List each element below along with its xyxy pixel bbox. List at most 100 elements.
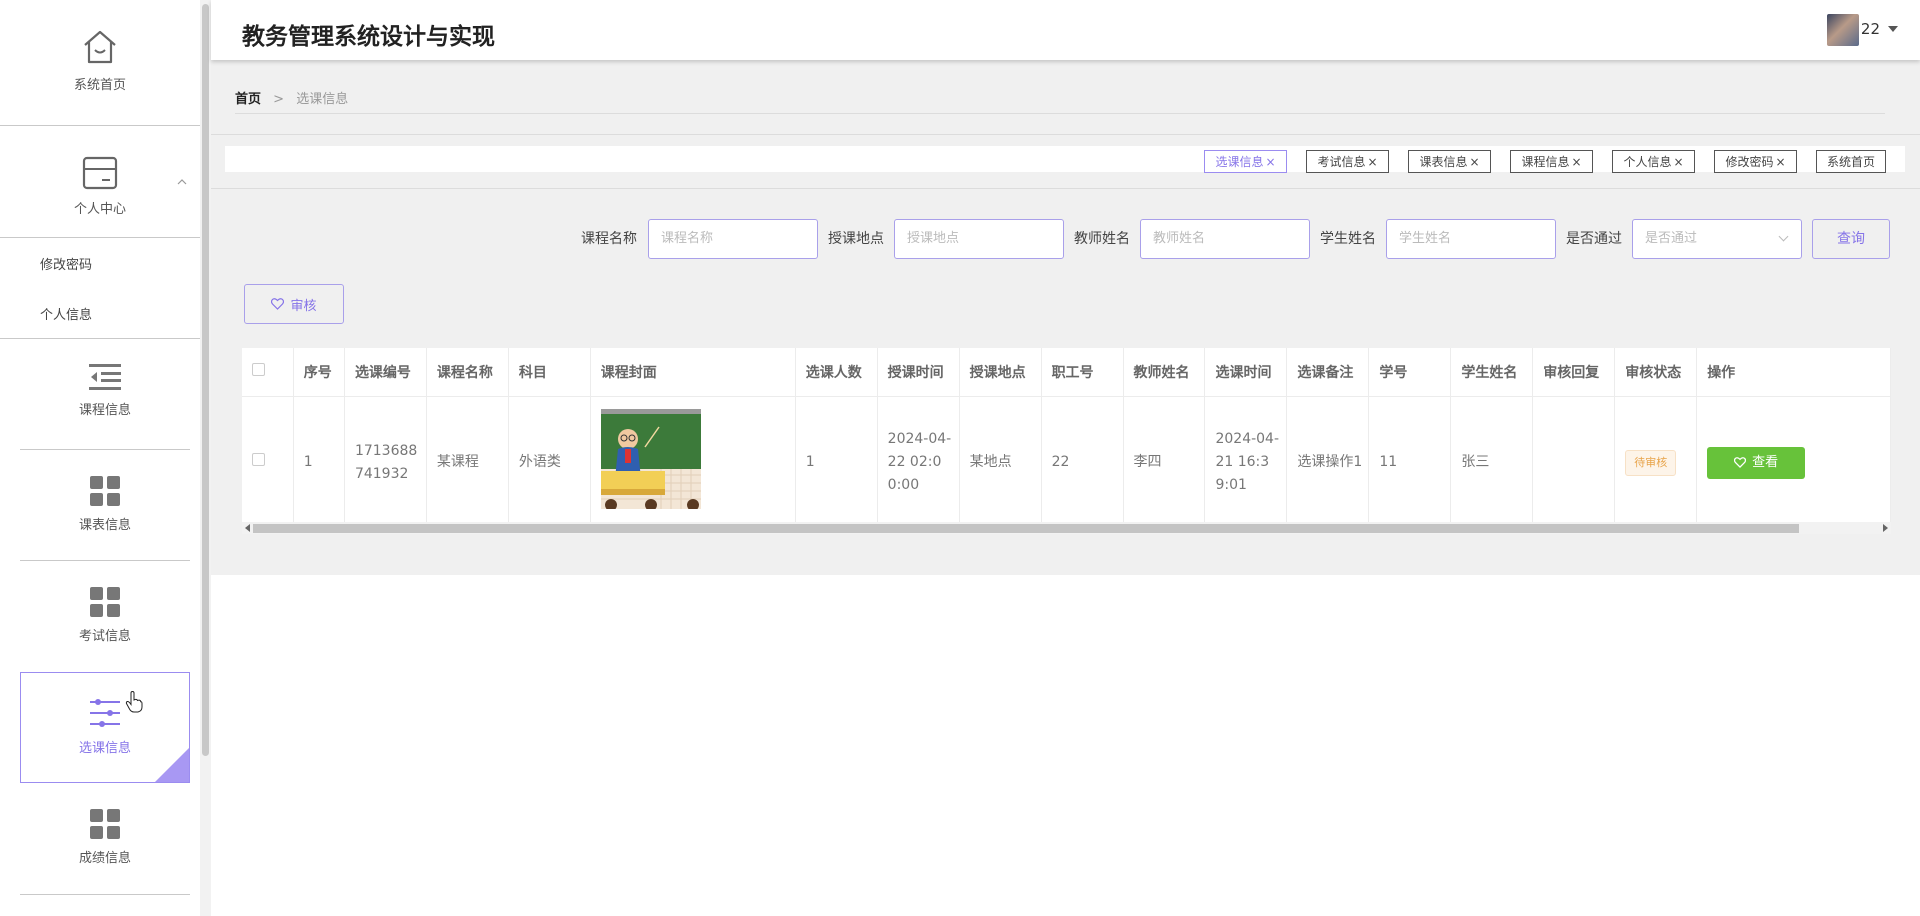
sidebar-item-personal-center[interactable]: 个人中心: [0, 156, 200, 217]
close-icon[interactable]: ×: [1367, 155, 1377, 169]
tag-home[interactable]: 系统首页: [1816, 150, 1886, 173]
divider: [20, 894, 190, 895]
tags-view-bar: 选课信息 × 考试信息 × 课表信息 × 课程信息 × 个人信息 × 修改密码 × 系统首页: [225, 146, 1905, 173]
caret-down-icon[interactable]: [1888, 26, 1898, 32]
student-name-label: 学生姓名: [1320, 231, 1376, 247]
sidebar-item-label: 课表信息: [78, 518, 131, 533]
tag-course-info[interactable]: 课程信息 ×: [1510, 150, 1593, 173]
main-content: 首页 > 选课信息 选课信息 × 考试信息 × 课表信息 × 课程信息 × 个人信息 × …: [211, 60, 1920, 575]
student-name-input[interactable]: 学生姓名: [1386, 219, 1556, 259]
column-header: 学生姓名: [1450, 348, 1534, 397]
select-all-checkbox[interactable]: [252, 363, 265, 377]
active-corner-mark: [155, 748, 189, 782]
avatar[interactable]: [1827, 14, 1859, 46]
placeholder: 教师姓名: [1153, 231, 1206, 246]
row-checkbox[interactable]: [252, 453, 265, 467]
chevron-up-icon[interactable]: [177, 178, 187, 185]
column-header: 选课备注: [1286, 348, 1370, 397]
column-header: 课程封面: [590, 348, 796, 397]
tag-schedule-info[interactable]: 课表信息 ×: [1408, 150, 1491, 173]
passed-label: 是否通过: [1566, 231, 1622, 247]
close-icon[interactable]: ×: [1265, 155, 1275, 169]
close-icon[interactable]: ×: [1673, 155, 1683, 169]
sidebar-item-schedule-info[interactable]: 课表信息: [20, 450, 190, 561]
tag-exam-info[interactable]: 考试信息 ×: [1306, 150, 1389, 173]
sidebar-item-home[interactable]: 系统首页: [0, 28, 200, 93]
tag-label: 考试信息: [1317, 155, 1366, 169]
view-button-label: 查看: [1752, 455, 1779, 471]
sidebar-scrollbar[interactable]: [200, 0, 211, 916]
cell-index: 1: [293, 396, 345, 522]
location-input[interactable]: 授课地点: [894, 219, 1064, 259]
column-header: 授课时间: [877, 348, 960, 397]
scroll-left-arrow-icon[interactable]: [245, 524, 250, 532]
table-header-row: 序号 选课编号 课程名称 科目 课程封面 选课人数 授课时间 授课地点 职工号 …: [242, 348, 1891, 397]
heart-icon: [271, 298, 285, 310]
column-header: 授课地点: [959, 348, 1042, 397]
username[interactable]: 22: [1861, 20, 1880, 38]
column-header: 选课编号: [344, 348, 427, 397]
table-horizontal-scrollbar[interactable]: [242, 522, 1891, 534]
sidebar-subitem-personal-info[interactable]: 个人信息: [40, 304, 92, 323]
tag-personal-info[interactable]: 个人信息 ×: [1612, 150, 1695, 173]
tag-change-password[interactable]: 修改密码 ×: [1714, 150, 1797, 173]
cell-action: 查看: [1696, 396, 1891, 522]
cell-audit-status: 待审核: [1614, 396, 1698, 522]
divider: [0, 125, 211, 126]
column-header: 学号: [1368, 348, 1452, 397]
close-icon[interactable]: ×: [1571, 155, 1581, 169]
breadcrumb-current: 选课信息: [296, 92, 349, 107]
top-header: 教务管理系统设计与实现 22: [211, 0, 1920, 60]
column-header: 职工号: [1041, 348, 1124, 397]
teacher-name-input[interactable]: 教师姓名: [1140, 219, 1310, 259]
breadcrumb-separator: >: [273, 92, 285, 107]
scroll-right-arrow-icon[interactable]: [1883, 524, 1888, 532]
tag-label: 个人信息: [1623, 155, 1672, 169]
cell-course-cover: [590, 396, 796, 522]
list-indent-icon: [89, 364, 121, 390]
sidebar: 系统首页 个人中心 修改密码 个人信息 课程信息 课表信息 考试信息 选课信息 …: [0, 0, 211, 916]
sidebar-item-grade-info[interactable]: 成绩信息: [20, 783, 190, 894]
cell-student-name: 张三: [1450, 396, 1534, 522]
column-header: 课程名称: [426, 348, 509, 397]
course-cover-image: [600, 408, 701, 511]
breadcrumb-home[interactable]: 首页: [235, 92, 261, 107]
column-header: 科目: [508, 348, 591, 397]
home-icon: [84, 30, 116, 64]
sidebar-item-exam-info[interactable]: 考试信息: [20, 561, 190, 672]
column-header: 序号: [293, 348, 345, 397]
column-header: 选课时间: [1204, 348, 1288, 397]
view-button[interactable]: 查看: [1707, 446, 1806, 479]
placeholder: 授课地点: [907, 231, 960, 246]
close-icon[interactable]: ×: [1775, 155, 1785, 169]
row-select-cell: [242, 396, 294, 522]
audit-button-label: 审核: [290, 298, 317, 314]
column-header: 操作: [1696, 348, 1891, 397]
selection-table: 序号 选课编号 课程名称 科目 课程封面 选课人数 授课时间 授课地点 职工号 …: [242, 348, 1891, 522]
placeholder: 学生姓名: [1399, 231, 1452, 246]
scrollbar-thumb[interactable]: [253, 524, 1799, 533]
sidebar-item-course-info[interactable]: 课程信息: [20, 339, 190, 450]
divider: [0, 237, 211, 238]
passed-select[interactable]: 是否通过: [1632, 219, 1802, 259]
cell-enroll-count: 1: [795, 396, 878, 522]
course-name-input[interactable]: 课程名称: [648, 219, 818, 259]
hand-cursor-icon: [125, 691, 143, 713]
teacher-name-label: 教师姓名: [1074, 231, 1130, 247]
page-title: 教务管理系统设计与实现: [242, 24, 495, 50]
column-header: 选课人数: [795, 348, 878, 397]
query-button[interactable]: 查询: [1812, 219, 1890, 259]
sidebar-item-label: 个人中心: [73, 202, 126, 217]
audit-button[interactable]: 审核: [244, 284, 344, 324]
cell-location: 某地点: [959, 396, 1042, 522]
tag-selection-info[interactable]: 选课信息 ×: [1204, 150, 1287, 173]
chevron-down-icon: [1778, 231, 1789, 242]
cell-teacher: 李四: [1123, 396, 1206, 522]
close-icon[interactable]: ×: [1469, 155, 1479, 169]
cell-student-no: 11: [1368, 396, 1452, 522]
sidebar-item-selection-info[interactable]: 选课信息: [20, 672, 190, 783]
tag-label: 课程信息: [1521, 155, 1570, 169]
breadcrumb: 首页 > 选课信息: [235, 88, 348, 107]
sidebar-subitem-change-password[interactable]: 修改密码: [40, 254, 92, 273]
placeholder: 是否通过: [1645, 231, 1698, 246]
